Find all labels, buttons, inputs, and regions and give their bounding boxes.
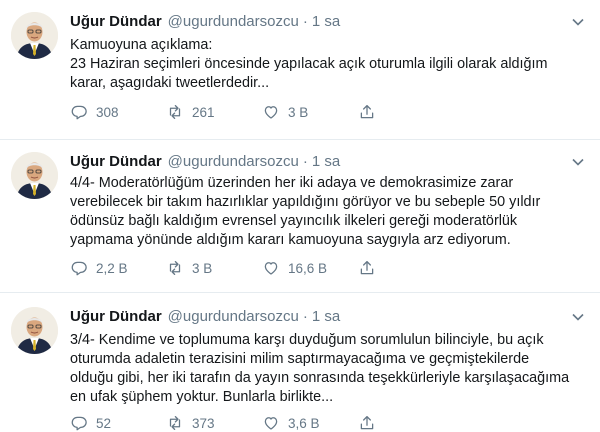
retweet-count: 261 [192, 104, 215, 120]
share-button[interactable] [358, 103, 384, 121]
retweet-button[interactable]: 3 B [166, 259, 262, 277]
chevron-down-icon[interactable] [570, 154, 586, 170]
tweet-text: 3/4- Kendime ve toplumuma karşı duyduğum… [70, 331, 590, 407]
reply-button[interactable]: 52 [70, 414, 166, 432]
tweet-line: ödünsüz bağlı kaldığım evrensel yayıncıl… [70, 213, 518, 229]
heart-icon [264, 106, 278, 119]
like-button[interactable]: 16,6 B [262, 259, 358, 277]
chevron-down-icon[interactable] [570, 14, 586, 30]
reply-count: 2,2 B [96, 260, 128, 276]
share-icon [360, 104, 374, 119]
tweet-actions: 2,2 B 3 B 16,6 B [70, 258, 384, 278]
tweet-text: Kamuoyuna açıklama: 23 Haziran seçimleri… [70, 36, 590, 93]
tweet-line: 4/4- Moderatörlüğüm üzerinden her iki ad… [70, 175, 514, 191]
reply-count: 308 [96, 104, 119, 120]
retweet-button[interactable]: 261 [166, 103, 262, 121]
avatar[interactable] [11, 12, 58, 59]
share-button[interactable] [358, 414, 384, 432]
retweet-button[interactable]: 373 [166, 414, 262, 432]
retweet-icon [169, 415, 181, 431]
tweet-line: yapmama yönünde aldığım kararı kamuoyuna… [70, 232, 511, 248]
tweet-actions: 308 261 3 B [70, 102, 384, 122]
tweet-line: 3/4- Kendime ve toplumuma karşı duyduğum… [70, 332, 544, 348]
tweet-header: Uğur Dündar @ugurdundarsozcu · 1 sa [70, 152, 340, 172]
share-icon [360, 415, 374, 430]
avatar[interactable] [11, 307, 58, 354]
tweet[interactable]: Uğur Dündar @ugurdundarsozcu · 1 sa Kamu… [0, 0, 600, 140]
share-button[interactable] [358, 259, 384, 277]
tweet-line: oturumda adaletin terazisini milim saptı… [70, 351, 530, 367]
tweet-line: verebilecek bir takım hazırlıklar yapıld… [70, 194, 541, 210]
like-button[interactable]: 3,6 B [262, 414, 358, 432]
heart-icon [264, 417, 278, 430]
tweet-line: en ufak şüphem yoktur. Bunlarla birlikte… [70, 389, 334, 405]
timestamp[interactable]: 1 sa [312, 152, 340, 172]
retweet-count: 3 B [192, 260, 213, 276]
chevron-down-icon[interactable] [570, 309, 586, 325]
like-count: 16,6 B [288, 260, 328, 276]
reply-icon [71, 105, 87, 120]
retweet-icon [169, 260, 181, 276]
tweet[interactable]: Uğur Dündar @ugurdundarsozcu · 1 sa 3/4-… [0, 293, 600, 432]
avatar[interactable] [11, 152, 58, 199]
tweet-feed: Uğur Dündar @ugurdundarsozcu · 1 sa Kamu… [0, 0, 600, 432]
author-name[interactable]: Uğur Dündar [70, 152, 162, 172]
author-handle[interactable]: @ugurdundarsozcu [168, 307, 299, 327]
retweet-count: 373 [192, 415, 215, 431]
like-count: 3,6 B [288, 415, 320, 431]
author-handle[interactable]: @ugurdundarsozcu [168, 152, 299, 172]
retweet-icon [169, 104, 181, 120]
author-handle[interactable]: @ugurdundarsozcu [168, 12, 299, 32]
tweet-line: karar, aşagıdaki tweetlerdedir... [70, 75, 270, 91]
tweet-text: 4/4- Moderatörlüğüm üzerinden her iki ad… [70, 174, 590, 250]
tweet-line: 23 Haziran seçimleri öncesinde yapılacak… [70, 56, 548, 72]
separator: · [302, 13, 308, 30]
separator: · [302, 308, 308, 325]
like-count: 3 B [288, 104, 309, 120]
reply-count: 52 [96, 415, 112, 431]
tweet-actions: 52 373 3,6 B [70, 413, 384, 432]
tweet-line: olduğu gibi, her iki tarafın da yayın so… [70, 370, 570, 386]
like-button[interactable]: 3 B [262, 103, 358, 121]
tweet-line: Kamuoyuna açıklama: [70, 37, 213, 53]
reply-icon [71, 416, 87, 431]
author-name[interactable]: Uğur Dündar [70, 12, 162, 32]
timestamp[interactable]: 1 sa [312, 12, 340, 32]
reply-button[interactable]: 308 [70, 103, 166, 121]
reply-icon [71, 261, 87, 276]
tweet-header: Uğur Dündar @ugurdundarsozcu · 1 sa [70, 12, 340, 32]
timestamp[interactable]: 1 sa [312, 307, 340, 327]
author-name[interactable]: Uğur Dündar [70, 307, 162, 327]
separator: · [302, 153, 308, 170]
tweet-header: Uğur Dündar @ugurdundarsozcu · 1 sa [70, 307, 340, 327]
tweet[interactable]: Uğur Dündar @ugurdundarsozcu · 1 sa 4/4-… [0, 140, 600, 293]
share-icon [360, 260, 374, 275]
reply-button[interactable]: 2,2 B [70, 259, 166, 277]
heart-icon [264, 262, 278, 275]
